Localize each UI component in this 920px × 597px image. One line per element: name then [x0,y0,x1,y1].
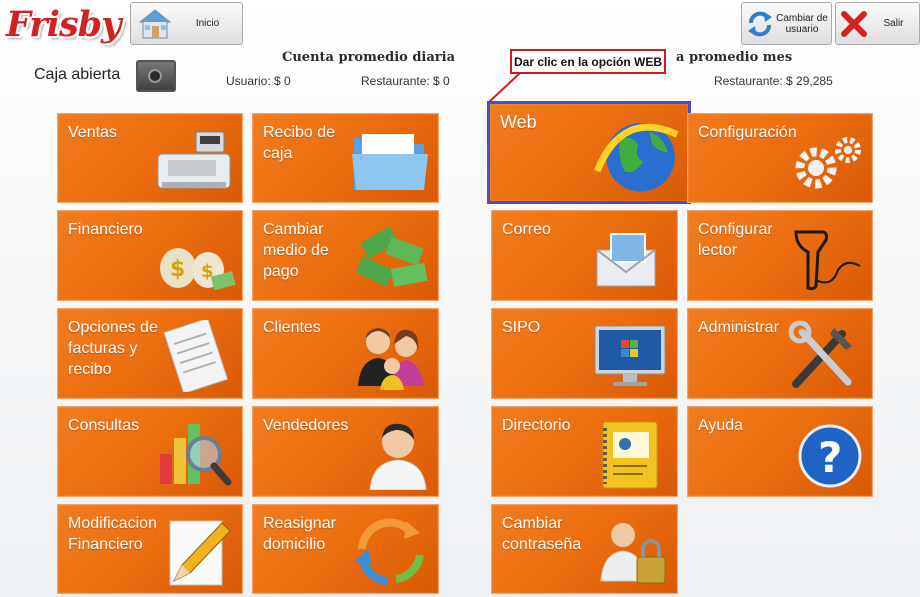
salir-label: Salir [883,18,904,29]
tile-reasignar-domicilio[interactable]: Reasignar domicilio [252,504,439,594]
money-bags-icon: $ $ [160,248,236,291]
restaurante-daily-value: Restaurante: $ 0 [361,74,450,88]
cambiar-usuario-button[interactable]: Cambiar de usuario [741,2,832,45]
barcode-scanner-icon [794,230,861,291]
inicio-button[interactable]: Inicio [130,2,243,45]
people-icon [358,328,424,390]
help-icon: ? [798,424,862,488]
cash-stacks-icon [355,226,428,287]
envelope-icon [596,233,656,287]
tile-consultas[interactable]: Consultas [57,406,243,497]
tile-configuracion[interactable]: Configuración [687,113,873,203]
tile-ayuda[interactable]: Ayuda ? [687,406,873,497]
pencil-paper-icon [169,520,231,586]
monitor-icon [594,325,666,386]
salir-button[interactable]: Salir [835,2,920,45]
tile-configurar-lector[interactable]: Configurar lector [687,210,873,301]
caja-status: Caja abierta [34,66,121,83]
svg-text:?: ? [818,433,842,482]
tile-vendedores[interactable]: Vendedores [252,406,439,497]
instruction-callout: Dar clic en la opción WEB [510,49,666,74]
tile-directorio[interactable]: Directorio [491,406,678,497]
refresh-arrows-icon [354,518,424,585]
user-lock-icon [600,523,666,584]
tile-correo[interactable]: Correo [491,210,678,301]
invoice-icon [163,320,229,392]
gears-icon [795,137,861,189]
monthly-average-title: a promedio mes [676,50,793,65]
tile-sipo[interactable]: SIPO [491,308,678,399]
globe-icon [593,123,679,192]
usuario-daily-value: Usuario: $ 0 [226,74,291,88]
tile-administrar[interactable]: Administrar [687,308,873,399]
svg-text:$: $ [170,257,185,282]
tools-icon [788,320,852,388]
tile-cambiar-medio-pago[interactable]: Cambiar medio de pago [252,210,439,301]
safe-icon [136,60,176,92]
tile-ventas[interactable]: Ventas [57,113,243,203]
folder-icon [352,134,428,190]
daily-average-title: Cuenta promedio diaria [282,50,455,65]
tile-recibo-caja[interactable]: Recibo de caja [252,113,439,203]
switch-user-icon [748,11,772,36]
person-icon [369,423,427,490]
restaurante-monthly-value: Restaurante: $ 29,285 [714,74,833,88]
address-book-icon [602,421,658,489]
home-icon [138,8,172,38]
cash-register-icon [157,131,231,189]
inicio-label: Inicio [195,18,220,29]
tile-modificacion-financiero[interactable]: Modificacion Financiero [57,504,243,594]
tile-financiero[interactable]: Financiero $ $ [57,210,243,301]
frisby-logo: Frisby [6,4,121,45]
tile-cambiar-contrasena[interactable]: Cambiar contraseña [491,504,678,594]
close-icon [841,10,867,37]
tile-opciones-facturas[interactable]: Opciones de facturas y recibo [57,308,243,399]
tile-clientes[interactable]: Clientes [252,308,439,399]
cambiar-usuario-label: Cambiar de usuario [776,12,828,35]
tile-web[interactable]: Web [487,101,691,204]
chart-magnifier-icon [160,424,232,486]
